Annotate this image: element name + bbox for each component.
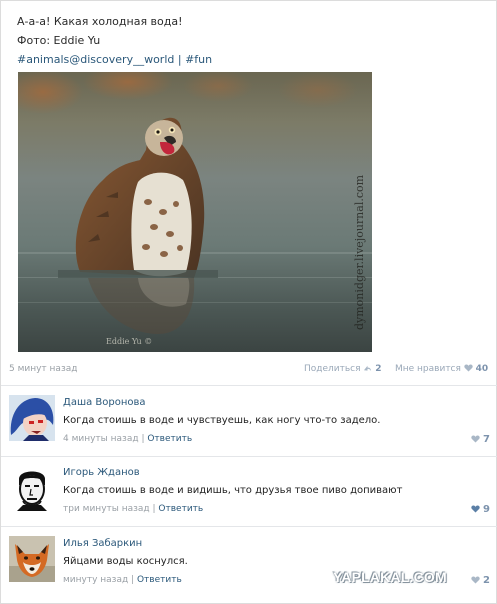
comment-time[interactable]: минуту назад [63,575,128,585]
like-label: Мне нравится [395,364,461,374]
comment-item: Игорь Жданов Когда стоишь в воде и видиш… [1,457,497,525]
heart-icon [470,435,480,443]
reply-link[interactable]: Ответить [158,504,203,514]
hashtag-link-animals[interactable]: #animals@discovery__world [17,53,174,66]
heart-icon [464,364,473,372]
like-button[interactable]: Мне нравится 40 [395,364,488,374]
comment-author[interactable]: Даша Воронова [63,397,146,408]
reply-link[interactable]: Ответить [137,575,182,585]
share-count: 2 [375,364,382,374]
reply-link[interactable]: Ответить [147,434,192,444]
comment-like-count: 9 [483,504,490,515]
comment-item: Даша Воронова Когда стоишь в воде и чувс… [1,387,497,455]
divider [1,526,497,527]
comment-text: Когда стоишь в воде и чувствуешь, как но… [63,415,381,426]
post-photo-credit: Фото: Eddie Yu [17,34,101,47]
comment-meta: три минуты назад | Ответить [63,504,204,514]
comment-author[interactable]: Илья Забаркин [63,538,142,549]
heart-icon [470,505,480,513]
post-footer: 5 минут назад Поделиться 2 Мне нравится … [1,361,497,379]
share-label: Поделиться [304,364,361,374]
comment-item: Илья Забаркин Яйцами воды коснулся. мину… [1,528,497,596]
comment-like-button[interactable]: 2 [470,575,490,586]
face-sketch-avatar-icon[interactable] [9,465,55,511]
post-photo[interactable]: Eddie Yu © dymonidger.livejournal.com [18,72,372,352]
hashtag-separator: | [177,53,182,66]
photo-watermark-credit: Eddie Yu © [106,337,152,346]
post-date[interactable]: 5 минут назад [9,364,77,374]
comment-author[interactable]: Игорь Жданов [63,467,140,478]
share-icon [364,365,372,372]
share-button[interactable]: Поделиться 2 [304,364,382,374]
comment-meta: минуту назад | Ответить [63,575,182,585]
post-hashtags: #animals@discovery__world | #fun [17,50,212,69]
divider [1,385,497,386]
like-count: 40 [475,364,489,374]
fox-avatar-icon[interactable] [9,536,55,582]
hashtag-link-fun[interactable]: #fun [185,53,212,66]
post-body: А-а-а! Какая холодная вода! Фото: Eddie … [17,12,212,69]
comment-meta: 4 минуты назад | Ответить [63,434,193,444]
hawk-in-water-image: Eddie Yu © dymonidger.livejournal.com [18,72,372,352]
comment-time[interactable]: три минуты назад [63,504,150,514]
comment-text: Яйцами воды коснулся. [63,556,188,567]
site-watermark: YAPLAKAL.COM [333,569,447,585]
post-card: А-а-а! Какая холодная вода! Фото: Eddie … [0,0,497,604]
photo-watermark-site: dymonidger.livejournal.com [353,174,366,330]
comment-like-button[interactable]: 7 [470,434,490,445]
post-caption: А-а-а! Какая холодная вода! [17,15,183,28]
heart-icon [470,576,480,584]
comment-like-button[interactable]: 9 [470,504,490,515]
comment-like-count: 2 [483,575,490,586]
comment-text: Когда стоишь в воде и видишь, что друзья… [63,485,403,496]
anime-avatar-icon[interactable] [9,395,55,441]
comment-time[interactable]: 4 минуты назад [63,434,139,444]
comment-like-count: 7 [483,434,490,445]
